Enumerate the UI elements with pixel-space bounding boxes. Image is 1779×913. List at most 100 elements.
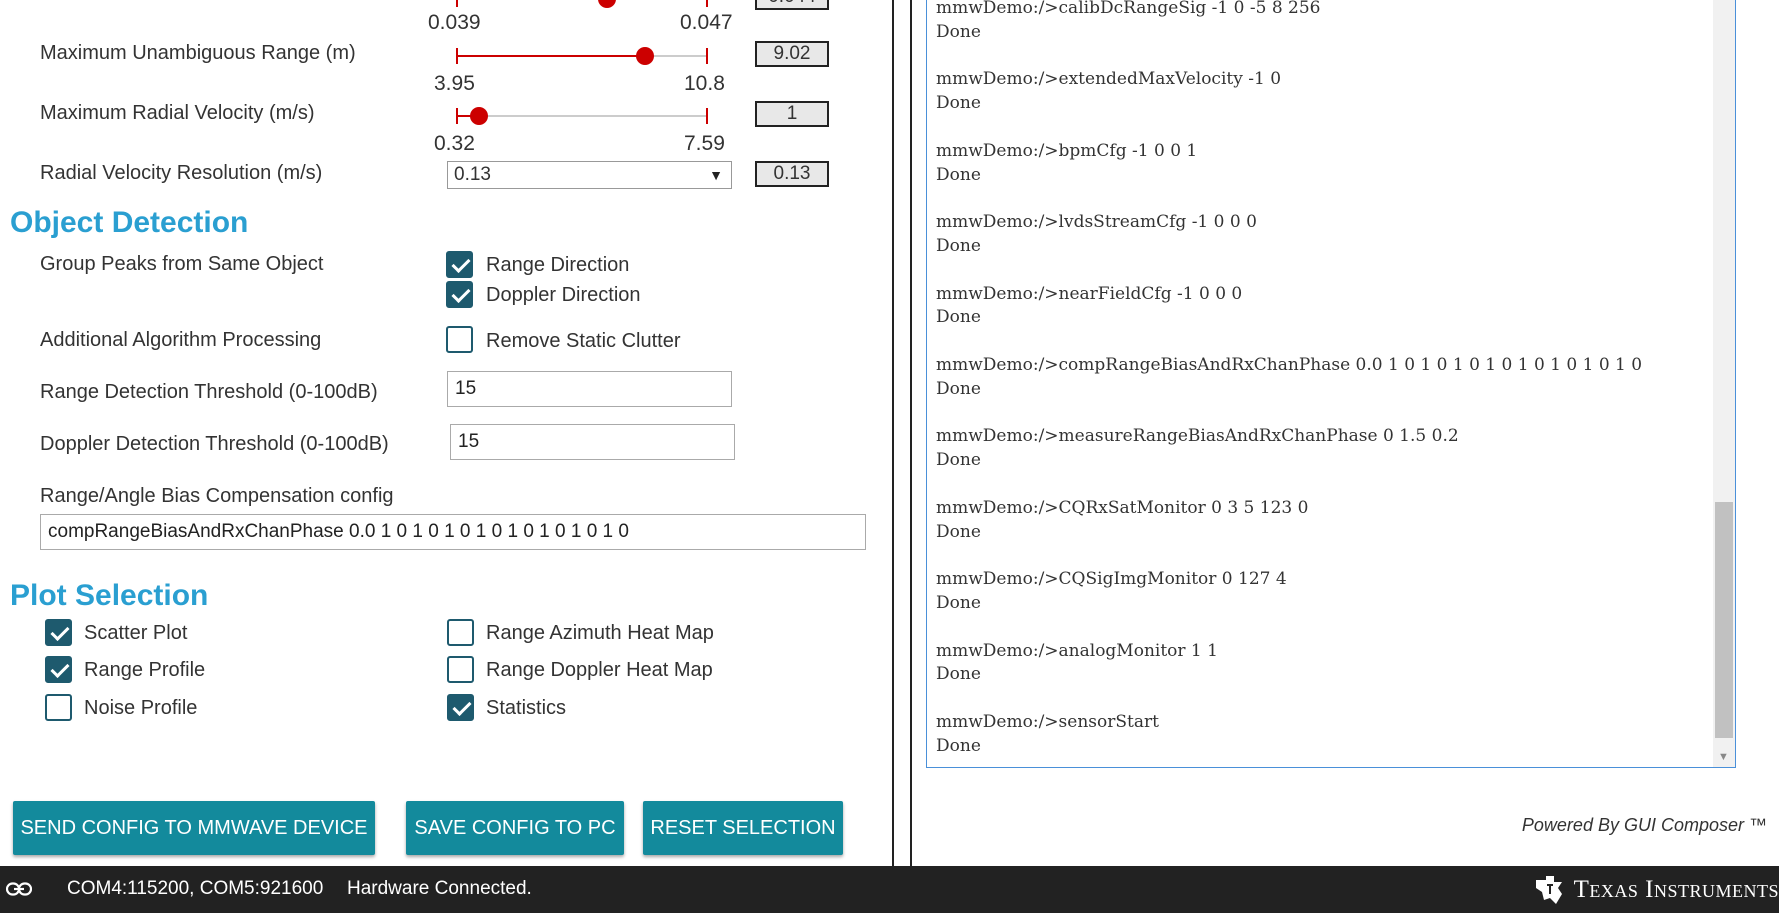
plot-selection-heading: Plot Selection xyxy=(10,579,209,612)
max-range-label: Maximum Unambiguous Range (m) xyxy=(40,42,356,64)
ti-brand-text: Texas Instruments xyxy=(1573,876,1779,903)
panel-divider xyxy=(896,0,910,866)
velocity-resolution-value: 0.13 xyxy=(755,161,829,187)
console-command-line: mmwDemo:/>extendedMaxVelocity -1 0 xyxy=(936,69,1282,90)
connection-status: Hardware Connected. xyxy=(347,878,532,899)
scroll-down-icon[interactable]: ▼ xyxy=(1718,751,1729,763)
range-direction-label: Range Direction xyxy=(486,254,630,276)
slider-max-label: 10.8 xyxy=(684,72,725,95)
slider-knob[interactable] xyxy=(598,0,617,8)
bias-compensation-input[interactable]: compRangeBiasAndRxChanPhase 0.0 1 0 1 0 … xyxy=(40,514,866,550)
console-response-line: Done xyxy=(936,521,981,542)
console-command-line: mmwDemo:/>lvdsStreamCfg -1 0 0 0 xyxy=(936,212,1257,233)
range-threshold-input[interactable]: 15 xyxy=(447,371,732,407)
console-command-line: mmwDemo:/>measureRangeBiasAndRxChanPhase… xyxy=(936,426,1459,447)
scatter-plot-checkbox[interactable] xyxy=(45,619,72,646)
console-panel: mmwDemo:/>calibDcRangeSig -1 0 -5 8 256 D… xyxy=(910,0,1779,866)
slider-min-label: 3.95 xyxy=(434,72,475,95)
velocity-resolution-select[interactable]: 0.13 ▼ xyxy=(447,161,732,189)
console-response-line: Done xyxy=(936,93,981,114)
slider-knob[interactable] xyxy=(636,47,654,65)
range-threshold-label: Range Detection Threshold (0-100dB) xyxy=(40,381,378,403)
slider-max-label: 7.59 xyxy=(684,132,725,155)
max-range-slider[interactable] xyxy=(456,46,708,66)
console-response-line: Done xyxy=(936,21,981,42)
console-response-line: Done xyxy=(936,735,981,756)
doppler-direction-label: Doppler Direction xyxy=(486,284,641,306)
noise-profile-label: Noise Profile xyxy=(84,697,198,719)
max-velocity-value[interactable]: 1 xyxy=(755,101,829,127)
console-response-line: Done xyxy=(936,235,981,256)
console-response-line: Done xyxy=(936,664,981,685)
dropdown-arrow-icon: ▼ xyxy=(709,167,723,183)
remove-static-clutter-label: Remove Static Clutter xyxy=(486,330,681,352)
console-command-line: mmwDemo:/>compRangeBiasAndRxChanPhase 0.… xyxy=(936,354,1643,375)
scatter-plot-label: Scatter Plot xyxy=(84,622,188,644)
group-peaks-label: Group Peaks from Same Object xyxy=(40,253,324,275)
send-config-button[interactable]: SEND CONFIG TO MMWAVE DEVICE xyxy=(13,801,375,855)
powered-by-text: Powered By GUI Composer ™ xyxy=(1521,815,1767,835)
statistics-checkbox[interactable] xyxy=(447,694,474,721)
remove-static-clutter-checkbox[interactable] xyxy=(446,326,473,353)
velocity-resolution-selected: 0.13 xyxy=(454,164,491,185)
slider-min-label: 0.32 xyxy=(434,132,475,155)
range-azimuth-label: Range Azimuth Heat Map xyxy=(486,622,714,644)
save-config-button[interactable]: SAVE CONFIG TO PC xyxy=(406,801,624,855)
object-detection-heading: Object Detection xyxy=(10,206,249,239)
noise-profile-checkbox[interactable] xyxy=(45,694,72,721)
console-command-line: mmwDemo:/>calibDcRangeSig -1 0 -5 8 256 xyxy=(936,0,1321,18)
slider-max-label: 0.047 xyxy=(680,11,733,34)
console-command-line: mmwDemo:/>nearFieldCfg -1 0 0 0 xyxy=(936,283,1243,304)
console-command-line: mmwDemo:/>analogMonitor 1 1 xyxy=(936,640,1218,661)
console-command-line: mmwDemo:/>CQRxSatMonitor 0 3 5 123 0 xyxy=(936,497,1309,518)
console-command-line: mmwDemo:/>sensorStart xyxy=(936,711,1159,732)
console-scrollbar[interactable]: ▼ xyxy=(1713,0,1735,767)
range-doppler-label: Range Doppler Heat Map xyxy=(486,659,713,681)
additional-processing-label: Additional Algorithm Processing xyxy=(40,329,322,351)
range-direction-checkbox[interactable] xyxy=(446,251,473,278)
ti-logo-icon xyxy=(1535,876,1562,904)
doppler-direction-checkbox[interactable] xyxy=(446,281,473,308)
console-lines: mmwDemo:/>calibDcRangeSig -1 0 -5 8 256 D… xyxy=(936,0,1642,758)
console-response-line: Done xyxy=(936,164,981,185)
range-azimuth-checkbox[interactable] xyxy=(447,619,474,646)
console-response-line: Done xyxy=(936,378,981,399)
range-resolution-slider[interactable] xyxy=(456,0,708,9)
slider-knob[interactable] xyxy=(469,107,488,125)
range-doppler-checkbox[interactable] xyxy=(447,656,474,683)
range-profile-checkbox[interactable] xyxy=(45,656,72,683)
bias-compensation-label: Range/Angle Bias Compensation config xyxy=(40,485,394,507)
scroll-thumb[interactable] xyxy=(1715,502,1733,738)
console-output[interactable]: mmwDemo:/>calibDcRangeSig -1 0 -5 8 256 D… xyxy=(926,0,1736,768)
console-command-line: mmwDemo:/>bpmCfg -1 0 0 1 xyxy=(936,140,1198,161)
max-range-value[interactable]: 9.02 xyxy=(755,41,829,67)
range-profile-label: Range Profile xyxy=(84,659,206,681)
velocity-resolution-label: Radial Velocity Resolution (m/s) xyxy=(40,162,323,184)
console-response-line: Done xyxy=(936,592,981,613)
console-response-line: Done xyxy=(936,450,981,471)
status-bar: COM4:115200, COM5:921600 Hardware Connec… xyxy=(0,866,1779,913)
config-panel: 0.044 0.039 0.047 Maximum Unambiguous Ra… xyxy=(0,0,894,866)
max-velocity-slider[interactable] xyxy=(456,106,708,126)
max-velocity-label: Maximum Radial Velocity (m/s) xyxy=(40,102,315,124)
slider-min-label: 0.039 xyxy=(428,11,481,34)
ti-logo: Texas Instruments xyxy=(1532,874,1779,906)
range-resolution-value[interactable]: 0.044 xyxy=(755,0,829,10)
console-response-line: Done xyxy=(936,307,981,328)
console-command-line: mmwDemo:/>CQSigImgMonitor 0 127 4 xyxy=(936,569,1287,590)
doppler-threshold-label: Doppler Detection Threshold (0-100dB) xyxy=(40,433,389,455)
reset-selection-button[interactable]: RESET SELECTION xyxy=(643,801,843,855)
doppler-threshold-input[interactable]: 15 xyxy=(450,424,735,460)
link-icon[interactable] xyxy=(6,882,32,896)
port-status: COM4:115200, COM5:921600 xyxy=(67,878,324,899)
